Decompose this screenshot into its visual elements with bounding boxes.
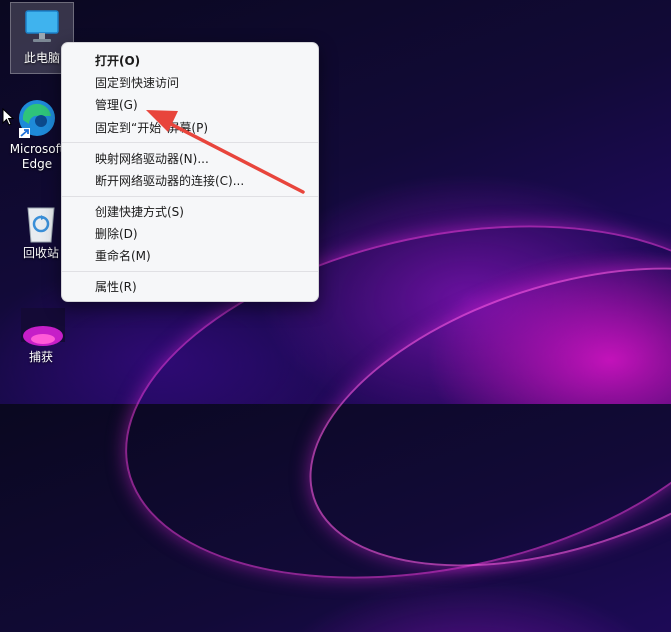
menu-item-map-drive[interactable]: 映射网络驱动器(N)... xyxy=(95,151,209,167)
monitor-icon xyxy=(22,7,62,47)
desktop-icon-label: 此电脑 xyxy=(23,51,60,65)
menu-item-properties[interactable]: 属性(R) xyxy=(95,279,137,295)
menu-item-manage[interactable]: 管理(G) xyxy=(95,97,138,113)
menu-separator xyxy=(62,196,318,197)
menu-item-open[interactable]: 打开(O) xyxy=(95,53,140,69)
desktop-icon-label: 捕获 xyxy=(28,350,53,364)
edge-icon xyxy=(17,98,57,138)
menu-item-delete[interactable]: 删除(D) xyxy=(95,226,138,242)
desktop-icon-capture[interactable]: 捕获 xyxy=(10,306,72,365)
menu-item-disconnect-drive[interactable]: 断开网络驱动器的连接(C)... xyxy=(95,173,244,189)
menu-item-rename[interactable]: 重命名(M) xyxy=(95,248,151,264)
context-menu: 打开(O) 固定到快速访问 管理(G) 固定到“开始”屏幕(P) 映射网络驱动器… xyxy=(61,42,319,302)
desktop-icon-edge[interactable]: Microsoft Edge xyxy=(8,98,66,172)
mouse-cursor-icon xyxy=(2,107,15,130)
menu-item-create-shortcut[interactable]: 创建快捷方式(S) xyxy=(95,204,184,220)
menu-separator xyxy=(62,271,318,272)
desktop-icon-label: Microsoft Edge xyxy=(9,142,65,171)
recycle-bin-icon xyxy=(21,202,61,243)
desktop-icon-label: 回收站 xyxy=(22,246,59,260)
menu-item-pin-start[interactable]: 固定到“开始”屏幕(P) xyxy=(95,120,208,136)
menu-separator xyxy=(62,142,318,143)
menu-item-pin-quick-access[interactable]: 固定到快速访问 xyxy=(95,75,179,91)
wallpaper-swirl xyxy=(272,210,671,624)
capture-thumbnail-icon xyxy=(21,306,65,346)
